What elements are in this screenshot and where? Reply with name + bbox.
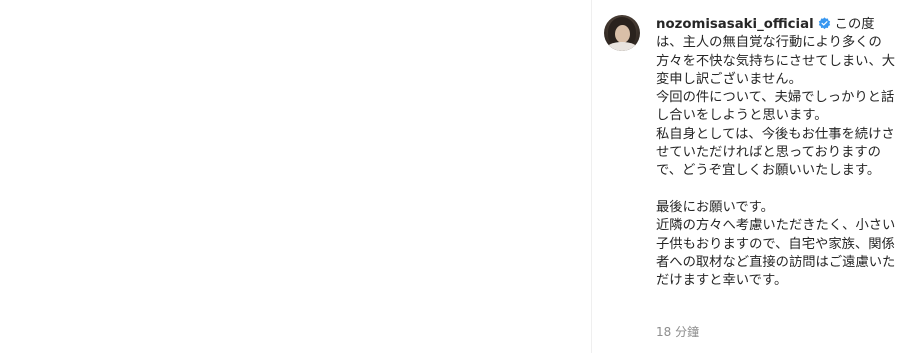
caption-text: この度は、主人の無自覚な行動により多くの方々を不快な気持ちにさせてしまい、大変申…: [656, 17, 896, 289]
post-media-area: [0, 0, 591, 353]
username-link[interactable]: nozomisasaki_official: [656, 17, 814, 32]
profile-avatar[interactable]: [604, 15, 640, 51]
caption-panel: nozomisasaki_official この度は、主人の無自覚な行動により多く…: [592, 0, 910, 353]
avatar-face: [615, 25, 630, 43]
verified-badge-icon: [818, 17, 830, 30]
avatar-shoulder: [606, 42, 638, 51]
post-caption: nozomisasaki_official この度は、主人の無自覚な行動により多く…: [656, 16, 900, 290]
post-timestamp[interactable]: 18 分鐘: [656, 323, 699, 340]
